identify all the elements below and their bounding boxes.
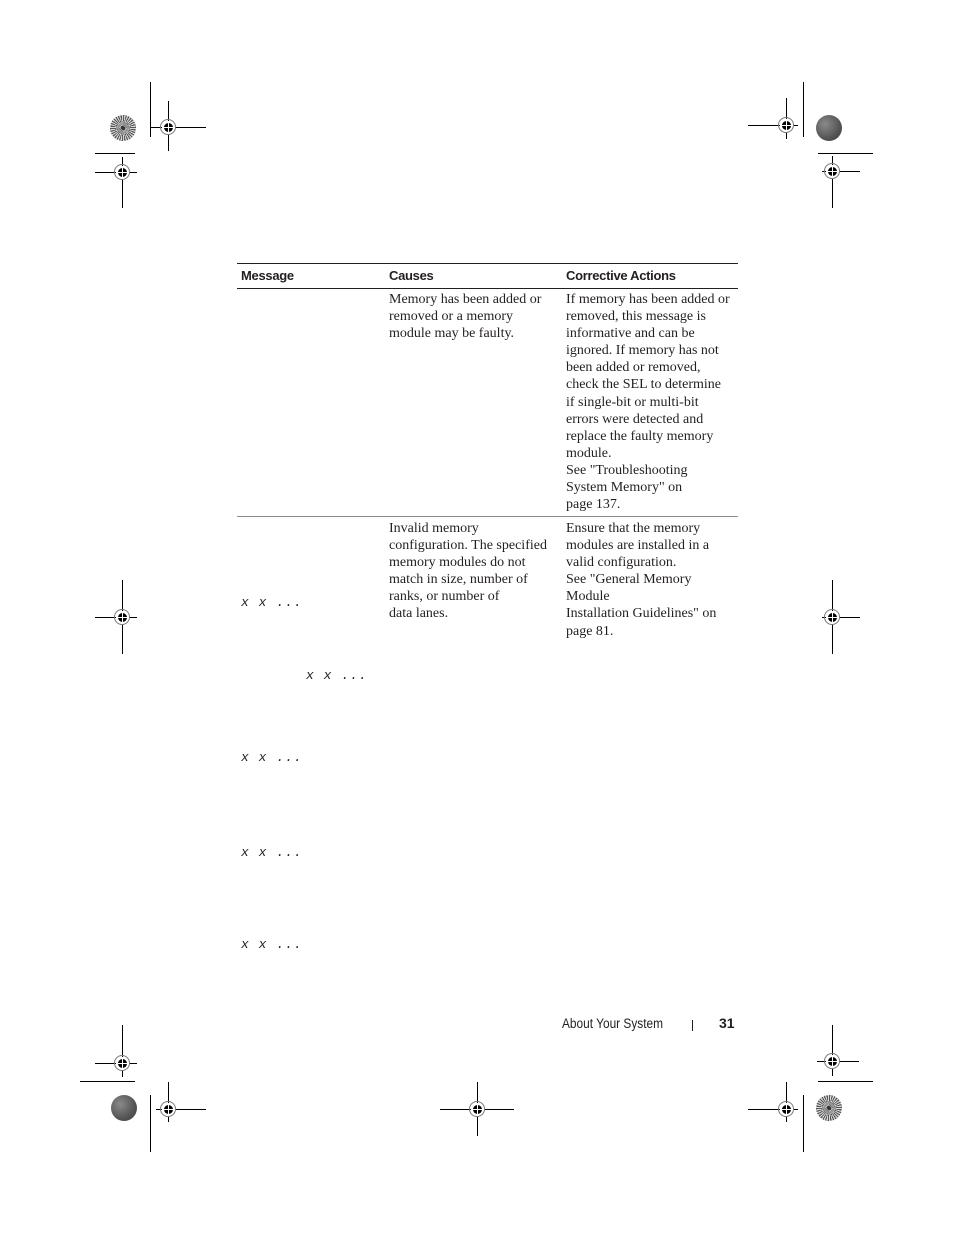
table-header: Message Causes Corrective Actions bbox=[237, 263, 738, 289]
crop-mark bbox=[818, 153, 873, 154]
color-bar-starburst-icon bbox=[816, 1095, 842, 1121]
crop-mark bbox=[803, 1095, 804, 1152]
actions-cell: If memory has been added or removed, thi… bbox=[566, 292, 730, 513]
page-number: 31 bbox=[719, 1015, 735, 1031]
color-bar-mottled-icon bbox=[816, 115, 842, 141]
crop-mark bbox=[95, 153, 135, 154]
footer-divider bbox=[692, 1020, 693, 1031]
error-message-table: Message Causes Corrective Actions Memory… bbox=[237, 263, 738, 647]
table-row: x x ... Invalid memory configuration. Th… bbox=[237, 517, 738, 647]
footer-section-title: About Your System bbox=[562, 1016, 664, 1031]
crop-mark bbox=[818, 1081, 873, 1082]
message-cell bbox=[237, 291, 385, 516]
header-corrective-actions: Corrective Actions bbox=[566, 268, 676, 283]
header-message: Message bbox=[241, 268, 294, 283]
causes-cell: Invalid memory configuration. The specif… bbox=[389, 521, 547, 622]
color-bar-starburst-icon bbox=[110, 115, 136, 141]
crop-mark bbox=[803, 82, 804, 137]
message-fragment: x x ... bbox=[241, 937, 303, 952]
color-bar-mottled-icon bbox=[111, 1095, 137, 1121]
message-cell: x x ... bbox=[241, 595, 303, 610]
message-fragment: x x ... bbox=[241, 845, 303, 860]
message-fragment: x x ... bbox=[306, 668, 368, 683]
crop-mark bbox=[150, 1095, 151, 1152]
crop-mark bbox=[150, 82, 151, 137]
crop-mark bbox=[80, 1081, 135, 1082]
actions-cell: Ensure that the memory modules are insta… bbox=[566, 521, 717, 639]
causes-cell: Memory has been added or removed or a me… bbox=[389, 292, 542, 342]
header-causes: Causes bbox=[389, 268, 434, 283]
message-fragment: x x ... bbox=[241, 750, 303, 765]
table-row: Memory has been added or removed or a me… bbox=[237, 289, 738, 517]
